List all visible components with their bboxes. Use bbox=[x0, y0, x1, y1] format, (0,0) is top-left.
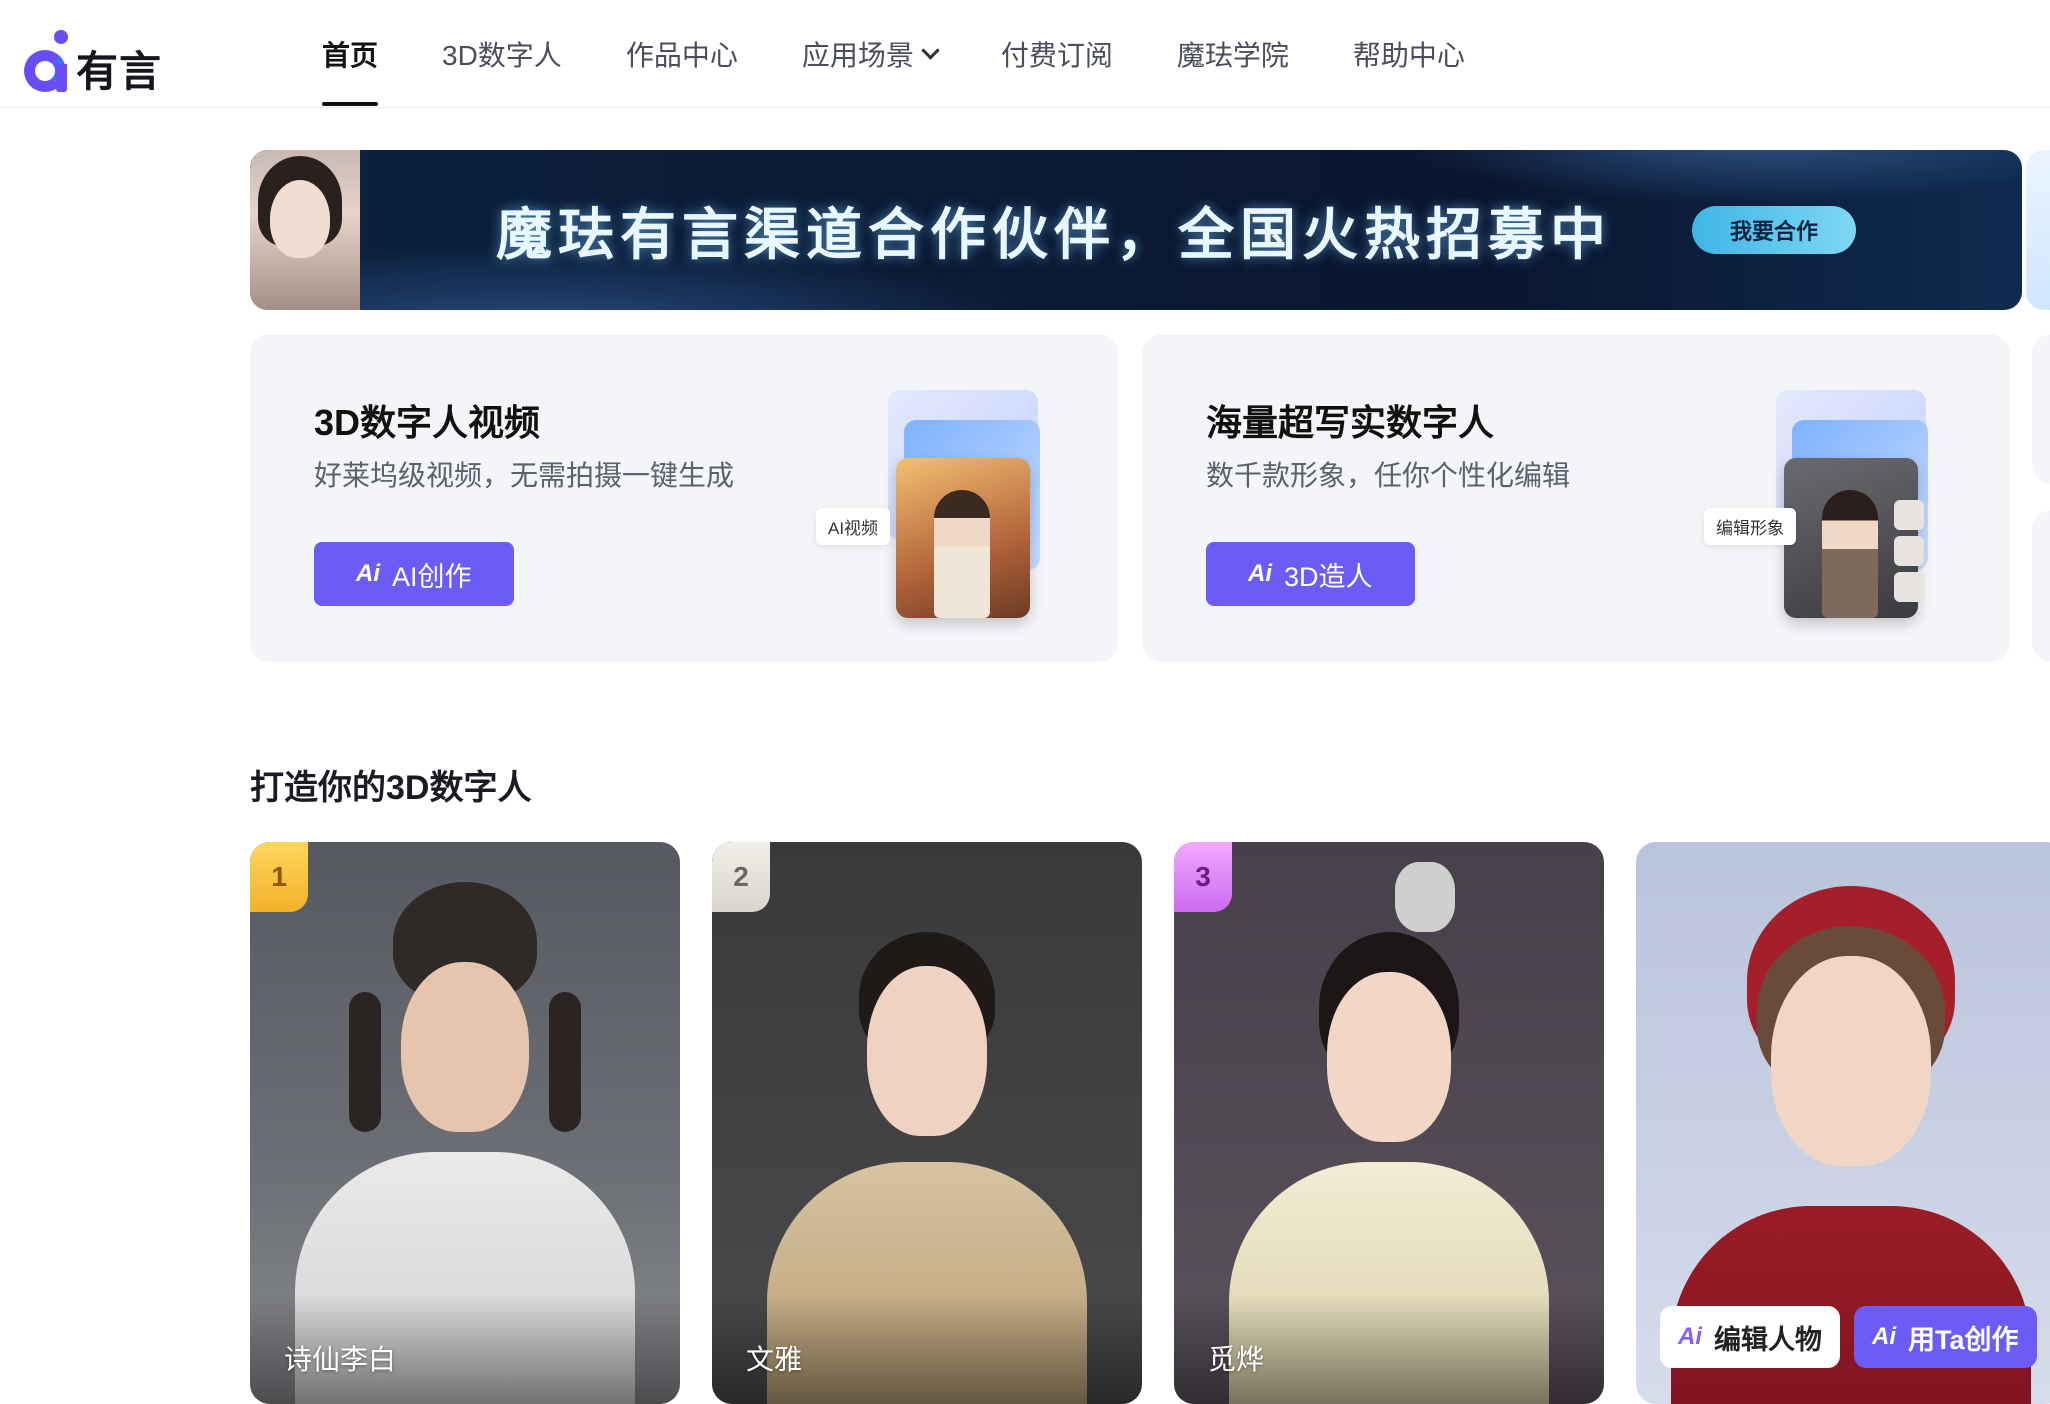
avatar-name: 觅烨 bbox=[1208, 1344, 1265, 1375]
edit-character-button[interactable]: Ai 编辑人物 bbox=[1660, 1306, 1840, 1368]
nav-item-subscription[interactable]: 付费订阅 bbox=[1001, 0, 1113, 108]
illus-tag: 编辑形象 bbox=[1704, 508, 1796, 545]
section-title: 打造你的3D数字人 bbox=[250, 769, 532, 807]
nav-item-scenarios[interactable]: 应用场景 bbox=[802, 0, 940, 108]
ai-icon: Ai bbox=[356, 560, 380, 587]
partner-button[interactable]: 我要合作 bbox=[1692, 206, 1856, 254]
avatar-figure bbox=[1822, 490, 1878, 618]
illus-tag: AI视频 bbox=[816, 508, 891, 545]
top-header: 有言 首页 3D数字人 作品中心 应用场景 付费订阅 魔珐学院 帮助中心 bbox=[0, 0, 2050, 108]
video-illustration: AI视频 bbox=[816, 390, 1040, 620]
nav-item-academy[interactable]: 魔珐学院 bbox=[1177, 0, 1289, 108]
logo[interactable]: 有言 bbox=[22, 20, 162, 99]
feature-card-digital-human[interactable]: 海量超写实数字人 数千款形象，任你个性化编辑 Ai 3D造人 编辑形象 bbox=[1142, 334, 2010, 662]
main-nav: 首页 3D数字人 作品中心 应用场景 付费订阅 魔珐学院 帮助中心 bbox=[322, 0, 1529, 108]
nav-item-3d-digital-human[interactable]: 3D数字人 bbox=[442, 0, 562, 108]
feature-title: 3D数字人视频 bbox=[314, 402, 541, 443]
next-banner-peek[interactable] bbox=[2026, 150, 2050, 310]
create-with-avatar-button[interactable]: Ai 用Ta创作 bbox=[1854, 1306, 2037, 1368]
feature-subtitle: 好莱坞级视频，无需拍摄一键生成 bbox=[314, 460, 735, 491]
rank-badge: 2 bbox=[712, 842, 770, 912]
ai-icon: Ai bbox=[1678, 1323, 1702, 1350]
logo-icon bbox=[22, 28, 70, 92]
avatar-name: 诗仙李白 bbox=[284, 1344, 397, 1375]
avatar-card[interactable]: 2 文雅 bbox=[712, 842, 1142, 1404]
rank-badge: 1 bbox=[250, 842, 308, 912]
logo-text: 有言 bbox=[76, 48, 163, 95]
avatar-card-actions: Ai 编辑人物 Ai 用Ta创作 bbox=[1660, 1306, 2037, 1368]
ai-icon: Ai bbox=[1872, 1323, 1896, 1350]
presenter-figure bbox=[934, 490, 990, 618]
nav-item-help[interactable]: 帮助中心 bbox=[1353, 0, 1465, 108]
chevron-down-icon bbox=[921, 40, 940, 60]
avatar-card[interactable]: 3 觅烨 bbox=[1174, 842, 1604, 1404]
banner-portrait-image bbox=[250, 150, 360, 310]
avatar-card[interactable]: Ai 编辑人物 Ai 用Ta创作 bbox=[1636, 842, 2050, 1404]
3d-create-button[interactable]: Ai 3D造人 bbox=[1206, 542, 1415, 606]
avatar-edit-illustration: 编辑形象 bbox=[1704, 390, 1928, 620]
avatar-name: 文雅 bbox=[746, 1344, 803, 1375]
rank-badge: 3 bbox=[1174, 842, 1232, 912]
feature-title: 海量超写实数字人 bbox=[1206, 402, 1495, 443]
ai-create-button[interactable]: Ai AI创作 bbox=[314, 542, 514, 606]
style-thumbnails bbox=[1894, 500, 1926, 608]
nav-item-home[interactable]: 首页 bbox=[322, 0, 379, 108]
avatar-card[interactable]: 1 诗仙李白 bbox=[250, 842, 680, 1404]
nav-item-works[interactable]: 作品中心 bbox=[626, 0, 738, 108]
ai-icon: Ai bbox=[1248, 560, 1272, 587]
partner-banner[interactable]: 魔珐有言渠道合作伙伴，全国火热招募中 我要合作 bbox=[250, 150, 2022, 310]
feature-subtitle: 数千款形象，任你个性化编辑 bbox=[1206, 460, 1571, 491]
feature-card-ai-video[interactable]: 3D数字人视频 好莱坞级视频，无需拍摄一键生成 Ai AI创作 AI视频 bbox=[250, 334, 1118, 662]
next-feature-peek bbox=[2032, 510, 2050, 662]
next-feature-peek bbox=[2032, 334, 2050, 484]
banner-title: 魔珐有言渠道合作伙伴，全国火热招募中 bbox=[496, 203, 1612, 266]
